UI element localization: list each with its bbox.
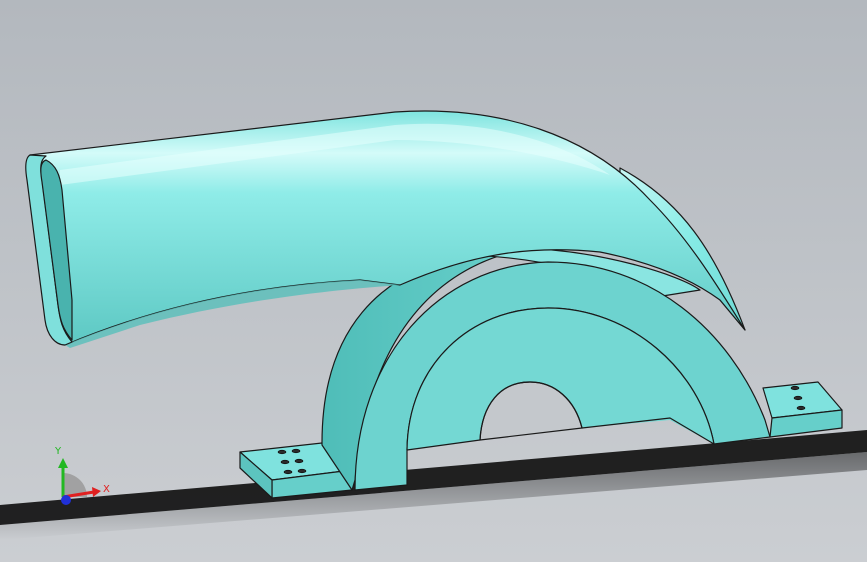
z-axis-icon <box>61 495 71 505</box>
hole-icon <box>291 448 301 454</box>
hole-icon <box>793 395 803 401</box>
hole-icon <box>283 469 293 475</box>
graphics-viewport[interactable]: Y X <box>0 0 867 562</box>
hole-icon <box>790 385 800 391</box>
hole-icon <box>280 459 290 465</box>
hole-icon <box>796 405 806 411</box>
y-axis-label: Y <box>54 446 62 457</box>
hole-icon <box>294 458 304 464</box>
x-axis-label: X <box>103 484 110 495</box>
hole-icon <box>297 468 307 474</box>
model-canvas[interactable]: Y X <box>0 0 867 562</box>
hole-icon <box>277 449 287 455</box>
